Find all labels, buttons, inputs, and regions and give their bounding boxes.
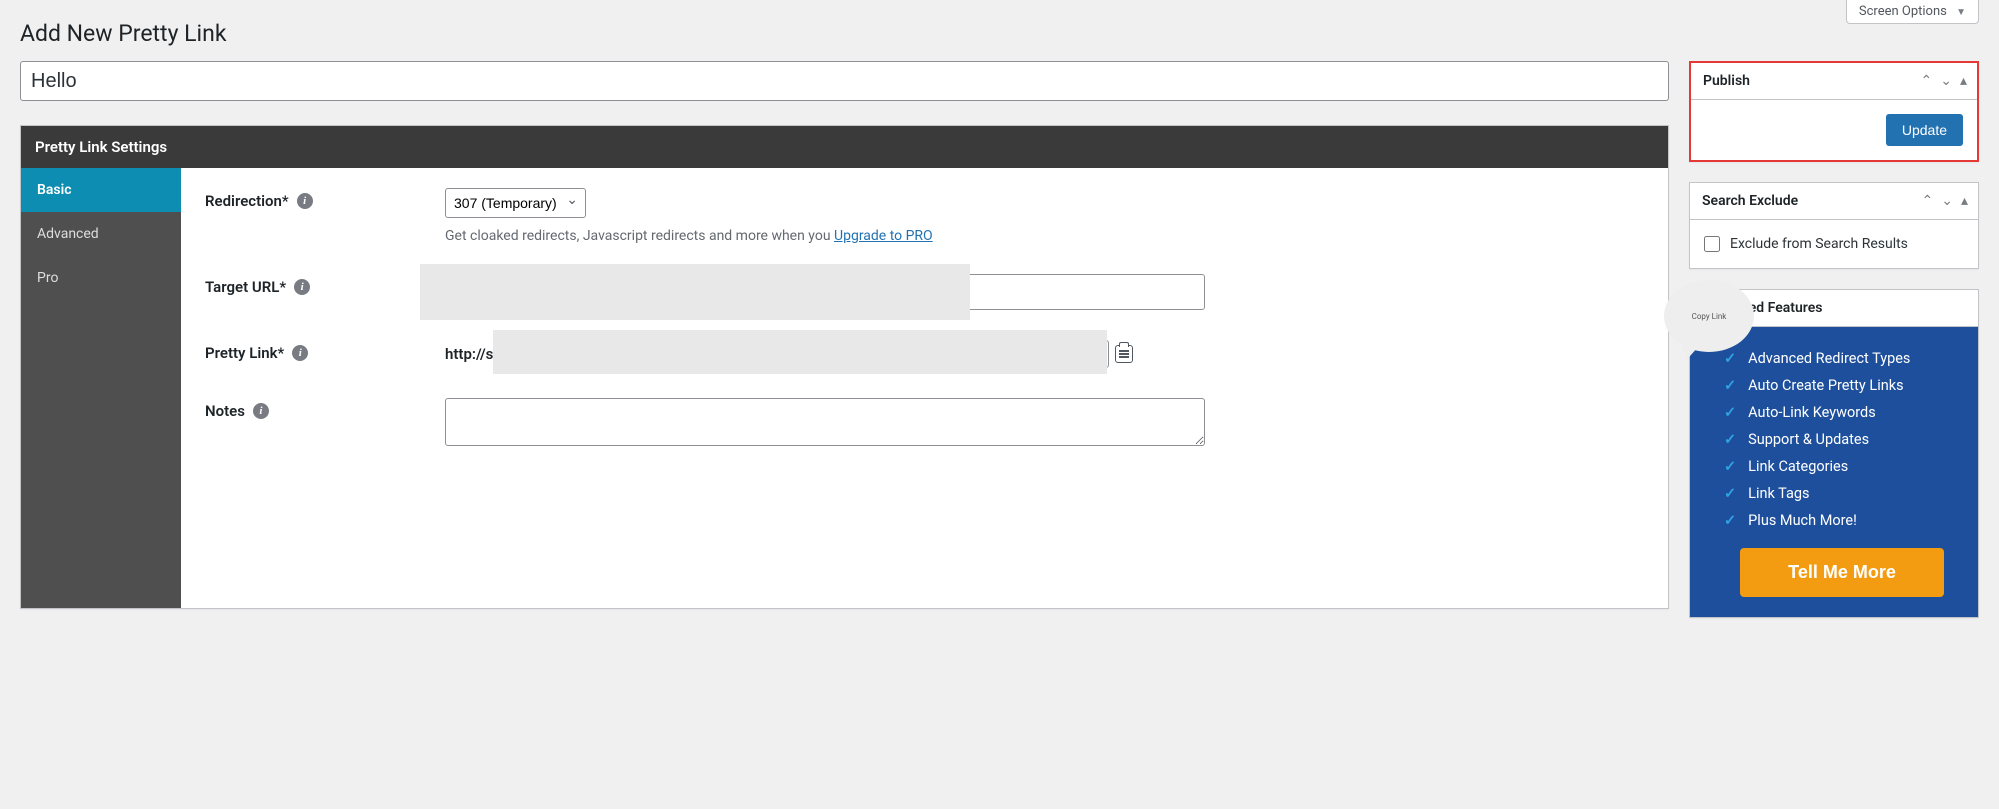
copy-link-tooltip: Copy Link bbox=[1664, 280, 1754, 352]
check-icon: ✓ bbox=[1724, 377, 1736, 394]
check-icon: ✓ bbox=[1724, 350, 1736, 367]
search-exclude-title: Search Exclude bbox=[1690, 183, 1810, 219]
chevron-up-icon[interactable]: ⌃ bbox=[1920, 192, 1936, 210]
check-icon: ✓ bbox=[1724, 458, 1736, 475]
info-icon[interactable]: i bbox=[253, 403, 269, 419]
settings-tabs: Basic Advanced Pro bbox=[21, 168, 181, 608]
chevron-down-icon[interactable]: ⌄ bbox=[1938, 72, 1954, 90]
publish-title: Publish bbox=[1691, 63, 1762, 99]
tab-pro[interactable]: Pro bbox=[21, 256, 181, 300]
list-item: ✓Advanced Redirect Types bbox=[1724, 345, 1960, 372]
notes-label: Notes bbox=[205, 402, 245, 420]
screen-options-toggle[interactable]: Screen Options ▼ bbox=[1846, 0, 1979, 24]
collapse-toggle-icon[interactable]: ▴ bbox=[1959, 192, 1970, 210]
upgrade-pro-link[interactable]: Upgrade to PRO bbox=[834, 228, 933, 244]
redirection-label: Redirection* bbox=[205, 192, 289, 210]
chevron-up-icon[interactable]: ⌃ bbox=[1919, 72, 1935, 90]
title-input[interactable] bbox=[20, 61, 1669, 101]
check-icon: ✓ bbox=[1724, 512, 1736, 529]
exclude-checkbox-label: Exclude from Search Results bbox=[1730, 236, 1908, 252]
publish-box: Publish ⌃ ⌄ ▴ Update bbox=[1689, 61, 1979, 162]
search-exclude-box: Search Exclude ⌃ ⌄ ▴ Exclude from Search… bbox=[1689, 182, 1979, 269]
info-icon[interactable]: i bbox=[294, 279, 310, 295]
list-item: ✓Link Categories bbox=[1724, 453, 1960, 480]
pretty-link-prefix: http://s bbox=[445, 345, 493, 363]
chevron-down-icon: ▼ bbox=[1956, 7, 1966, 18]
pretty-link-label: Pretty Link* bbox=[205, 344, 284, 362]
collapse-toggle-icon[interactable]: ▴ bbox=[1958, 72, 1969, 90]
page-title: Add New Pretty Link bbox=[20, 20, 1979, 47]
redirection-helper: Get cloaked redirects, Javascript redire… bbox=[445, 228, 1644, 244]
redirection-select[interactable]: 307 (Temporary) bbox=[445, 188, 586, 218]
check-icon: ✓ bbox=[1724, 404, 1736, 421]
clipboard-icon[interactable] bbox=[1115, 345, 1133, 363]
check-icon: ✓ bbox=[1724, 485, 1736, 502]
redacted-block bbox=[420, 264, 970, 320]
list-item: ✓Auto Create Pretty Links bbox=[1724, 372, 1960, 399]
info-icon[interactable]: i bbox=[292, 345, 308, 361]
list-item: ✓Support & Updates bbox=[1724, 426, 1960, 453]
exclude-checkbox-row[interactable]: Exclude from Search Results bbox=[1702, 232, 1966, 256]
exclude-checkbox[interactable] bbox=[1704, 236, 1720, 252]
notes-textarea[interactable] bbox=[445, 398, 1205, 446]
list-item: ✓Auto-Link Keywords bbox=[1724, 399, 1960, 426]
target-url-label: Target URL* bbox=[205, 278, 286, 296]
tab-basic[interactable]: Basic bbox=[21, 168, 181, 212]
screen-options-label: Screen Options bbox=[1859, 4, 1947, 19]
update-button[interactable]: Update bbox=[1886, 114, 1963, 146]
redacted-block bbox=[493, 330, 1107, 374]
chevron-down-icon[interactable]: ⌄ bbox=[1939, 192, 1955, 210]
list-item: ✓Plus Much More! bbox=[1724, 507, 1960, 534]
info-icon[interactable]: i bbox=[297, 193, 313, 209]
tell-me-more-button[interactable]: Tell Me More bbox=[1740, 548, 1944, 597]
advanced-features-list: ✓Advanced Redirect Types ✓Auto Create Pr… bbox=[1724, 345, 1960, 534]
list-item: ✓Link Tags bbox=[1724, 480, 1960, 507]
check-icon: ✓ bbox=[1724, 431, 1736, 448]
settings-header: Pretty Link Settings bbox=[21, 126, 1668, 168]
tab-advanced[interactable]: Advanced bbox=[21, 212, 181, 256]
